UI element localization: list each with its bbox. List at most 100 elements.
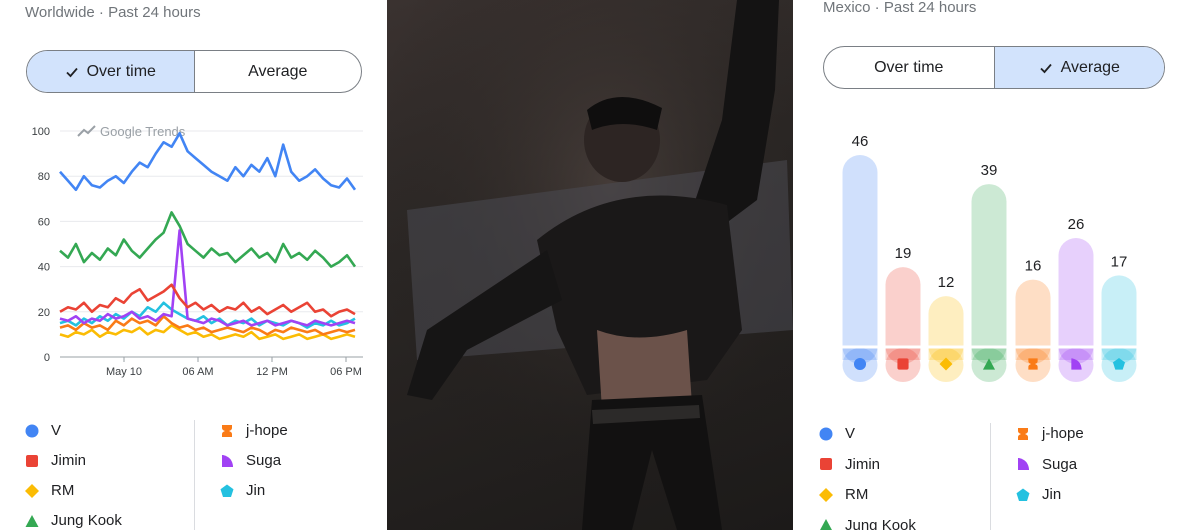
square-icon [26, 454, 38, 467]
legend-label: Suga [246, 452, 282, 469]
bar-v[interactable]: 46 [842, 133, 878, 382]
legend-label: Suga [1042, 455, 1078, 473]
circle-icon [819, 427, 833, 440]
bar-value-label: 46 [852, 133, 869, 150]
bar-rm[interactable]: 12 [928, 274, 964, 382]
pentagon-icon [220, 484, 234, 497]
bar-body [971, 184, 1007, 364]
y-tick-label: 80 [38, 171, 50, 183]
over-time-tab[interactable]: Over time [824, 47, 994, 88]
average-tab[interactable]: Average [193, 51, 362, 92]
legend-item-jimin[interactable]: Jimin [819, 456, 880, 473]
legend-item-jung-kook[interactable]: Jung Kook [25, 512, 122, 529]
hourglass-icon [1018, 427, 1028, 440]
legend-item-rm[interactable]: RM [819, 486, 868, 503]
legend-label: Jimin [51, 452, 87, 469]
view-toggle: Over time Average [26, 50, 362, 93]
circle-icon [25, 424, 39, 437]
diamond-icon [819, 487, 833, 502]
series-line-suga [59, 229, 356, 327]
legend-label: V [845, 425, 856, 442]
legend-item-j-hope[interactable]: j-hope [220, 422, 288, 439]
quarter-shape-icon [1018, 458, 1029, 470]
watermark-text: Google Trends [100, 124, 186, 139]
legend-item-v[interactable]: V [25, 422, 61, 439]
average-tab[interactable]: Average [993, 47, 1164, 88]
triangle-icon [25, 514, 39, 527]
bar-value-label: 19 [895, 245, 912, 262]
x-tick-label: 12 PM [256, 366, 288, 378]
bar-body [842, 155, 878, 364]
diamond-icon [819, 487, 833, 502]
triangle-icon [25, 514, 39, 527]
region-timeframe-label: Mexico · Past 24 hours [823, 0, 977, 16]
bar-value-label: 12 [938, 274, 955, 291]
y-tick-label: 60 [38, 216, 50, 228]
triangle-icon [820, 519, 832, 530]
checkmark-icon [65, 67, 78, 77]
bar-icon-cap-top [971, 348, 1007, 360]
triangle-icon [820, 519, 832, 530]
bar-jin[interactable]: 17 [1101, 253, 1137, 382]
diamond-icon [25, 483, 39, 498]
bar-chart: 46 19 12 39 16 26 17 [842, 133, 1137, 382]
bar-suga[interactable]: 26 [1058, 216, 1094, 382]
legend-item-v[interactable]: V [819, 425, 855, 442]
legend-item-suga[interactable]: Suga [220, 452, 281, 469]
circle-icon [25, 424, 39, 437]
bar-icon-cap-top [1015, 348, 1051, 360]
legend-label: RM [51, 482, 75, 499]
legend-divider [194, 420, 195, 530]
legend-item-suga[interactable]: Suga [1016, 456, 1077, 473]
x-tick-label: 06 AM [182, 366, 213, 378]
y-tick-label: 40 [38, 262, 50, 274]
performer-photo [387, 0, 793, 530]
legend-item-j-hope[interactable]: j-hope [1016, 425, 1084, 442]
over-time-tab[interactable]: Over time [27, 51, 194, 92]
bar-icon-cap-top [885, 348, 921, 360]
circle-icon [819, 427, 833, 440]
legend-item-jung-kook[interactable]: Jung Kook [819, 517, 916, 530]
series-line-jung-kook [59, 211, 357, 268]
bar-value-label: 16 [1025, 258, 1042, 275]
over-time-label: Over time [874, 58, 944, 76]
average-label: Average [1060, 58, 1120, 76]
bar-j-hope[interactable]: 16 [1015, 258, 1051, 382]
bar-value-label: 17 [1111, 253, 1128, 270]
legend-label: Jung Kook [51, 512, 122, 529]
legend-label: Jimin [845, 455, 881, 473]
legend-item-rm[interactable]: RM [25, 482, 74, 499]
legend-label: Jung Kook [845, 516, 916, 530]
square-icon [820, 458, 832, 470]
bar-jimin[interactable]: 19 [885, 245, 921, 382]
hourglass-icon [222, 424, 232, 437]
legend-divider [990, 423, 991, 530]
region-timeframe-label: Worldwide · Past 24 hours [25, 4, 201, 21]
quarter-shape-icon [1018, 458, 1029, 470]
y-tick-label: 20 [38, 307, 50, 319]
legend-item-jin[interactable]: Jin [220, 482, 265, 499]
quarter-shape-icon [222, 454, 233, 467]
bar-value-label: 39 [981, 162, 998, 179]
circle-icon [853, 357, 867, 371]
legend-label: j-hope [1042, 425, 1084, 442]
pentagon-icon [220, 484, 234, 497]
square-icon [26, 454, 38, 467]
square-icon [820, 458, 832, 470]
quarter-shape-icon [222, 454, 233, 467]
y-tick-label: 0 [44, 352, 50, 364]
hourglass-icon [1018, 427, 1028, 440]
legend-item-jimin[interactable]: Jimin [25, 452, 86, 469]
line-chart: Google Trends 0 20 40 60 80 100 May 10 06 AM 12 … [32, 124, 363, 378]
over-time-label: Over time [86, 62, 156, 80]
right-panel-mexico: Mexico · Past 24 hours Over time Average… [793, 0, 1199, 530]
pentagon-icon [1016, 488, 1030, 501]
x-tick-label: May 10 [106, 366, 142, 378]
bar-body [1058, 238, 1094, 364]
hourglass-icon [222, 424, 232, 437]
legend-label: Jin [246, 482, 266, 499]
legend-item-jin[interactable]: Jin [1016, 486, 1061, 503]
bar-jung-kook[interactable]: 39 [971, 162, 1007, 382]
diamond-icon [25, 483, 39, 498]
performer-illustration [387, 0, 793, 530]
